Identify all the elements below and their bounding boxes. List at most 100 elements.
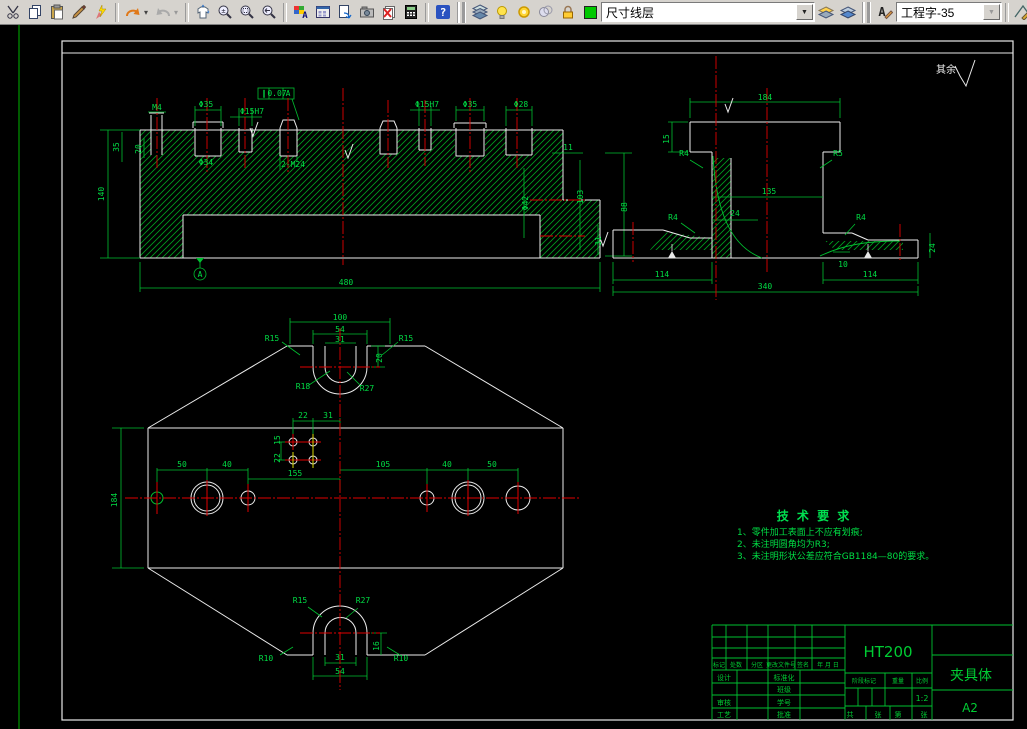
title-block-text: 标记	[713, 661, 725, 669]
export-document-icon[interactable]	[334, 2, 356, 23]
dim-label: 155	[288, 469, 303, 478]
layer-manager-icon[interactable]	[312, 2, 334, 23]
title-block-text: HT200	[863, 643, 912, 661]
dim-label: R4	[668, 213, 678, 222]
dim-label: 2-M24	[281, 160, 305, 169]
text-style-icon[interactable]: A	[874, 2, 896, 23]
dim-label: 103	[576, 190, 585, 205]
dim-label: Φ15H7	[240, 107, 264, 116]
help-icon[interactable]: ?	[432, 2, 454, 23]
dim-label: Φ35	[199, 100, 214, 109]
dim-label: M4	[152, 103, 162, 112]
svg-text:?: ?	[440, 6, 447, 19]
dim-label: Φ34	[199, 158, 214, 167]
redo-icon[interactable]	[152, 2, 174, 23]
tech-req-item: 2、未注明圆角均为R3;	[737, 538, 830, 550]
dim-label: 54	[335, 667, 345, 676]
layer-on-bulb-icon[interactable]	[491, 2, 513, 23]
tech-req-title: 技 术 要 求	[777, 508, 852, 523]
layer-combo-arrow-icon[interactable]: ▼	[796, 4, 813, 20]
dim-label: Φ28	[514, 100, 529, 109]
title-block-text: 比例	[916, 677, 928, 685]
zoom-icon[interactable]: ±	[214, 2, 236, 23]
title-block-text: 第	[895, 710, 902, 719]
title-block-text: 学号	[777, 698, 791, 707]
redo-dropdown-arrow[interactable]: ▾	[174, 8, 182, 17]
pan-icon[interactable]	[192, 2, 214, 23]
dim-label: 24	[928, 243, 937, 253]
drawing-canvas[interactable]: HT200 夹具体 A2 1:2 标记 处数 分区 更改文件号 签名年 月 日设计 标准化 班级 审核…	[0, 25, 1027, 729]
layer-match-icon[interactable]	[837, 2, 859, 23]
dim-label: 31	[594, 236, 603, 246]
dim-label: 0.07	[267, 89, 286, 98]
layer-plot-icon[interactable]	[535, 2, 557, 23]
paste-icon[interactable]	[46, 2, 68, 23]
dim-label: 105	[376, 460, 391, 469]
dim-label: 88	[620, 202, 629, 212]
title-block-text: 更改文件号	[766, 661, 796, 669]
dim-label: 31	[335, 335, 345, 344]
layer-lock-icon[interactable]	[557, 2, 579, 23]
text-style-combo-value: 工程字-35	[901, 5, 955, 20]
brush-icon[interactable]	[68, 2, 90, 23]
dim-label: 50	[487, 460, 497, 469]
undo-dropdown-arrow[interactable]: ▾	[144, 8, 152, 17]
dim-label: 24	[730, 209, 740, 218]
separator	[115, 2, 119, 22]
separator	[457, 1, 466, 23]
title-block-text: 处数	[730, 661, 742, 669]
dim-label: 50	[177, 460, 187, 469]
zoom-window-icon[interactable]	[236, 2, 258, 23]
dim-label: Φ42	[521, 196, 530, 211]
title-block-text: 分区	[751, 661, 763, 669]
text-style-combo-arrow-icon[interactable]: ▼	[983, 4, 1000, 20]
dim-label: ∥	[262, 89, 266, 98]
options-icon[interactable]: A	[290, 2, 312, 23]
layer-color-chip[interactable]	[579, 2, 601, 23]
cad-drawing: HT200 夹具体 A2 1:2 标记 处数 分区 更改文件号 签名年 月 日设计 标准化班级审核…	[18, 25, 1014, 729]
title-block-text: 标准化	[774, 673, 795, 682]
title-block: HT200 夹具体 A2 1:2 标记 处数 分区 更改文件号 签名年 月 日设计 标准化班级审核…	[711, 624, 1013, 720]
dim-label: 54	[335, 325, 345, 334]
title-block-text: 张	[921, 710, 928, 719]
calculator-icon[interactable]	[400, 2, 422, 23]
delete-pages-icon[interactable]	[378, 2, 400, 23]
layer-freeze-icon[interactable]	[513, 2, 535, 23]
surface-note: 其余	[936, 63, 956, 76]
dim-label: 10	[838, 260, 848, 269]
title-block-text: 1:2	[916, 694, 929, 703]
layer-tools-icon[interactable]	[815, 2, 837, 23]
undo-icon[interactable]	[122, 2, 144, 23]
dim-label: 114	[655, 270, 670, 279]
preview-icon[interactable]	[356, 2, 378, 23]
dim-label: 140	[97, 187, 106, 202]
dim-label: R4	[679, 149, 689, 158]
layer-combo-value: 尺寸线层	[606, 5, 655, 20]
cut-icon[interactable]	[2, 2, 24, 23]
dimension-style-icon[interactable]	[1012, 2, 1027, 23]
title-block-text: 张	[875, 710, 882, 719]
layer-combo[interactable]: 尺寸线层 ▼	[601, 2, 815, 22]
dim-label: R5	[833, 149, 843, 158]
dim-label: 16	[372, 641, 381, 651]
dim-label: 135	[762, 187, 777, 196]
dim-label: Φ15H7	[415, 100, 439, 109]
dim-label: 40	[442, 460, 452, 469]
dim-label: 15	[662, 134, 671, 144]
dim-label: 40	[222, 460, 232, 469]
dim-label: R10	[259, 654, 274, 663]
text-style-combo[interactable]: 工程字-35 ▼	[896, 2, 1002, 22]
dim-label: R15	[293, 596, 308, 605]
title-block-text: 设计	[717, 673, 731, 682]
dim-label: 31	[335, 653, 345, 662]
dim-label: 11	[563, 143, 573, 152]
layers-icon[interactable]	[469, 2, 491, 23]
dim-label: R18	[296, 382, 311, 391]
copy-icon[interactable]	[24, 2, 46, 23]
dim-label: 184	[758, 93, 773, 102]
dim-label: 15	[273, 435, 282, 445]
separator	[283, 2, 287, 22]
zoom-previous-icon[interactable]	[258, 2, 280, 23]
svg-text:±: ±	[221, 7, 225, 15]
format-painter-icon[interactable]	[90, 2, 112, 23]
